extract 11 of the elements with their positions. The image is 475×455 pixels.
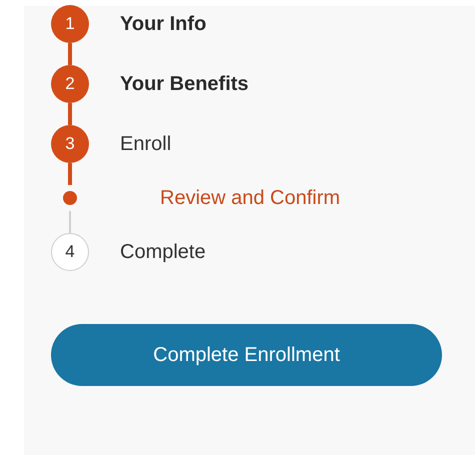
step-label: Complete [120, 240, 206, 264]
step-number: 2 [51, 65, 89, 103]
step-number: 1 [51, 5, 89, 43]
connector-line [69, 211, 71, 233]
step-label: Enroll [120, 132, 172, 156]
step-label: Your Benefits [120, 72, 249, 96]
step-number: 3 [51, 125, 89, 163]
substep-label: Review and Confirm [160, 186, 340, 210]
step-number: 4 [51, 233, 89, 271]
step-label: Your Info [120, 12, 206, 36]
complete-enrollment-button[interactable]: Complete Enrollment [51, 324, 442, 386]
